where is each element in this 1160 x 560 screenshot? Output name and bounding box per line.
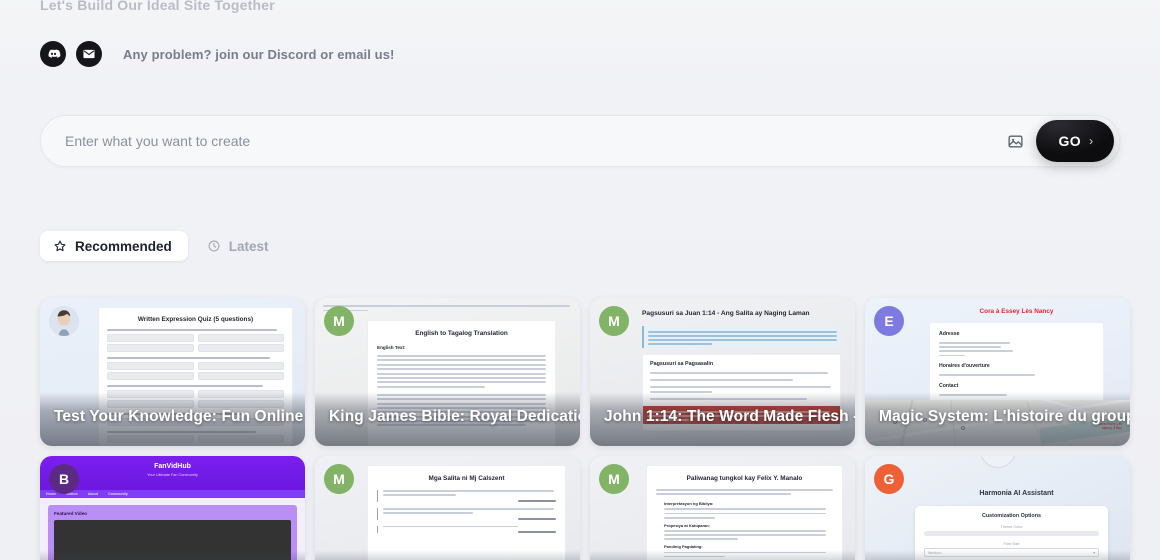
- quotes-page: Mga Salita ni Mj Calszent: [367, 465, 566, 560]
- contact-text: Any problem? join our Discord or email u…: [123, 46, 395, 62]
- site-title: FanVidHub: [154, 463, 191, 470]
- nav-item[interactable]: Home: [46, 492, 56, 496]
- doc-section-label: English Text:: [377, 345, 406, 350]
- nav-item[interactable]: About: [88, 492, 98, 496]
- avatar-letter: M: [333, 313, 345, 329]
- tab-latest-label: Latest: [228, 238, 269, 254]
- quote-block: [377, 525, 556, 534]
- doc-heading: Pagsusuri sa Juan 1:14 - Ang Salita ay N…: [642, 310, 810, 317]
- card-title: Test Your Knowledge: Fun Online ...: [40, 392, 305, 446]
- card-preview: Paliwanag tungkol kay Felix Y. Manalo In…: [590, 456, 855, 560]
- card-item[interactable]: Paliwanag tungkol kay Felix Y. Manalo In…: [590, 456, 855, 560]
- search-input[interactable]: [41, 133, 1000, 149]
- chevron-right-icon: ›: [1089, 134, 1094, 148]
- tab-recommended[interactable]: Recommended: [40, 231, 188, 261]
- card-item[interactable]: Cora à Essey Lès Nancy Adresse Horaires …: [865, 298, 1130, 446]
- card-item[interactable]: Pagsusuri sa Juan 1:14 - Ang Salita ay N…: [590, 298, 855, 446]
- section-label-adresse: Adresse: [939, 331, 960, 337]
- clock-icon: [207, 239, 221, 253]
- avatar-letter: M: [333, 471, 345, 487]
- list-item: Propesiya at Katuparan:: [664, 523, 833, 541]
- app-title: Harmonia AI Assistant: [979, 490, 1054, 497]
- card-title: Magic System: L'histoire du group...: [865, 392, 1130, 446]
- card-item[interactable]: Harmonia AI Assistant Customization Opti…: [865, 456, 1130, 560]
- business-heading: Cora à Essey Lès Nancy: [979, 308, 1054, 315]
- avatar: M: [324, 306, 354, 336]
- card-grid: Written Expression Quiz (5 questions) Te…: [40, 298, 1130, 560]
- site-subtitle: Your Ultimate Fan Community: [147, 473, 198, 477]
- quiz-heading: Written Expression Quiz (5 questions): [137, 316, 254, 323]
- quote-block: [377, 507, 556, 520]
- avatar: M: [599, 306, 629, 336]
- card-title: John 1:14: The Word Made Flesh - ...: [590, 392, 855, 446]
- avatar: B: [49, 464, 79, 494]
- avatar: M: [324, 464, 354, 494]
- avatar: M: [599, 464, 629, 494]
- tagline-text: Let's Build Our Ideal Site Together: [40, 0, 275, 13]
- doc-heading: English to Tagalog Translation: [415, 330, 508, 337]
- top-promo-strip: Let's Build Our Ideal Site Together Any …: [0, 0, 1160, 67]
- list-item-label: Propesiya at Katuparan:: [664, 522, 711, 528]
- nav-item[interactable]: Community: [108, 492, 128, 496]
- panel-heading: Customization Options: [982, 513, 1041, 519]
- card-item[interactable]: English to Tagalog Translation English T…: [315, 298, 580, 446]
- create-search-bar[interactable]: GO ›: [40, 115, 1120, 167]
- avatar-letter: M: [608, 471, 620, 487]
- list-doc-heading: Paliwanag tungkol kay Felix Y. Manalo: [686, 475, 803, 482]
- avatar-letter: B: [58, 471, 70, 487]
- section-label-contact: Contact: [939, 383, 959, 390]
- card-title: [865, 550, 1130, 560]
- panel-label: Featured Video: [54, 511, 88, 516]
- star-icon: [53, 239, 67, 253]
- quotes-heading: Mga Salita ni Mj Calszent: [428, 475, 505, 482]
- card-item[interactable]: FanVidHub Your Ultimate Fan Community Ho…: [40, 456, 305, 560]
- contact-row: Any problem? join our Discord or email u…: [40, 41, 1120, 67]
- avatar-letter: E: [884, 313, 894, 329]
- list-item: Interpretasyon ng Bibliya:: [664, 501, 833, 519]
- list-item-label: Pandinig Pagdating:: [664, 544, 703, 550]
- field-label-font-size: Font Size: [1003, 542, 1020, 546]
- go-button[interactable]: GO ›: [1036, 120, 1114, 162]
- card-preview: Harmonia AI Assistant Customization Opti…: [865, 456, 1130, 560]
- card-item[interactable]: Written Expression Quiz (5 questions) Te…: [40, 298, 305, 446]
- card-preview: Mga Salita ni Mj Calszent: [315, 456, 580, 560]
- card-title: [590, 550, 855, 560]
- field-label-theme-color: Theme Color: [1000, 525, 1023, 529]
- doc-note: [323, 303, 572, 312]
- section-label-horaires: Horaires d'ouverture: [939, 363, 990, 370]
- quote-block: [377, 490, 556, 502]
- email-icon[interactable]: [76, 41, 102, 67]
- tab-latest[interactable]: Latest: [194, 231, 285, 261]
- theme-color-slider[interactable]: [924, 531, 1099, 536]
- card-title: King James Bible: Royal Dedicatio...: [315, 392, 580, 446]
- card-item[interactable]: Mga Salita ni Mj Calszent M: [315, 456, 580, 560]
- go-label: GO: [1058, 133, 1082, 149]
- card-preview: FanVidHub Your Ultimate Fan Community Ho…: [40, 456, 305, 560]
- feed-tabs: Recommended Latest: [40, 231, 1120, 261]
- tab-recommended-label: Recommended: [75, 238, 172, 254]
- avatar: G: [874, 464, 904, 494]
- site-header: FanVidHub Your Ultimate Fan Community: [40, 456, 305, 490]
- section-heading: Pagsusuri sa Pagsasalin: [650, 361, 714, 368]
- image-upload-icon[interactable]: [1000, 126, 1030, 156]
- site-nav[interactable]: Home Videos About Community: [40, 490, 305, 498]
- list-doc-page: Paliwanag tungkol kay Felix Y. Manalo In…: [646, 465, 843, 560]
- avatar-letter: G: [883, 471, 895, 487]
- card-title: [40, 550, 305, 560]
- card-title: [315, 550, 580, 560]
- avatar-letter: M: [608, 313, 620, 329]
- list-item-label: Interpretasyon ng Bibliya:: [664, 500, 714, 506]
- quote-callout: [642, 325, 841, 349]
- avatar: [49, 306, 79, 336]
- discord-icon[interactable]: [40, 41, 66, 67]
- avatar: E: [874, 306, 904, 336]
- decorative-arc: [979, 456, 1016, 468]
